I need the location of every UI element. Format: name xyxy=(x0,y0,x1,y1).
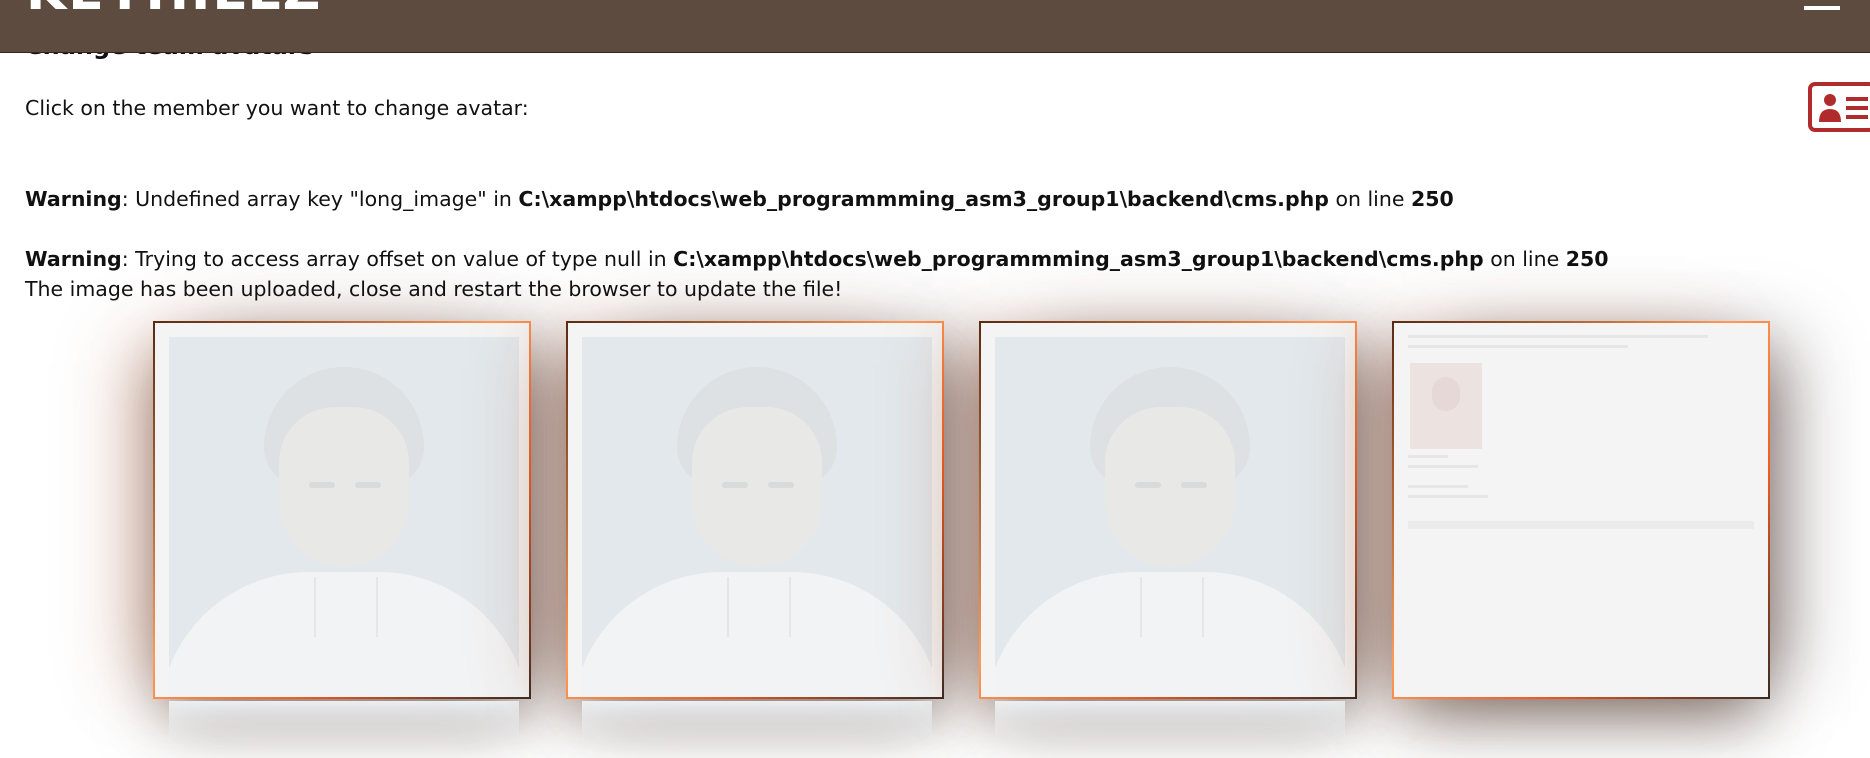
warning-label: Warning xyxy=(25,247,122,271)
avatar-reflection xyxy=(582,701,932,751)
member-avatar-tile[interactable] xyxy=(1392,321,1770,699)
member-screenshot-image xyxy=(1394,323,1768,697)
warning-label: Warning xyxy=(25,187,122,211)
warning-on-line: on line xyxy=(1483,247,1566,271)
warning-line-number: 250 xyxy=(1565,247,1609,271)
avatar-reflection xyxy=(169,701,519,751)
brand-logo[interactable]: KEYHILLZ xyxy=(26,0,322,18)
php-warning: Warning: Undefined array key "long_image… xyxy=(25,187,1454,211)
member-avatar-tile[interactable] xyxy=(979,321,1357,751)
member-card-icon[interactable] xyxy=(1808,82,1870,132)
member-avatar-tile[interactable] xyxy=(566,321,944,751)
hamburger-menu-icon[interactable] xyxy=(1804,0,1840,10)
instruction-text: Click on the member you want to change a… xyxy=(25,96,529,120)
warning-on-line: on line xyxy=(1328,187,1412,211)
warning-path: C:\xampp\htdocs\web_programmming_asm3_gr… xyxy=(518,187,1329,211)
warning-message: : Trying to access array offset on value… xyxy=(121,247,674,271)
warning-line-number: 250 xyxy=(1411,187,1454,211)
member-avatar-tile[interactable] xyxy=(153,321,531,751)
avatar-reflection xyxy=(995,701,1345,751)
member-avatar-image xyxy=(169,337,519,697)
php-warning: Warning: Trying to access array offset o… xyxy=(25,247,1609,271)
member-avatar-image xyxy=(995,337,1345,697)
upload-status-message: The image has been uploaded, close and r… xyxy=(25,277,843,301)
top-navbar: KEYHILLZ xyxy=(0,0,1870,53)
warning-path: C:\xampp\htdocs\web_programmming_asm3_gr… xyxy=(673,247,1484,271)
warning-message: : Undefined array key "long_image" in xyxy=(121,187,519,211)
member-avatar-image xyxy=(582,337,932,697)
